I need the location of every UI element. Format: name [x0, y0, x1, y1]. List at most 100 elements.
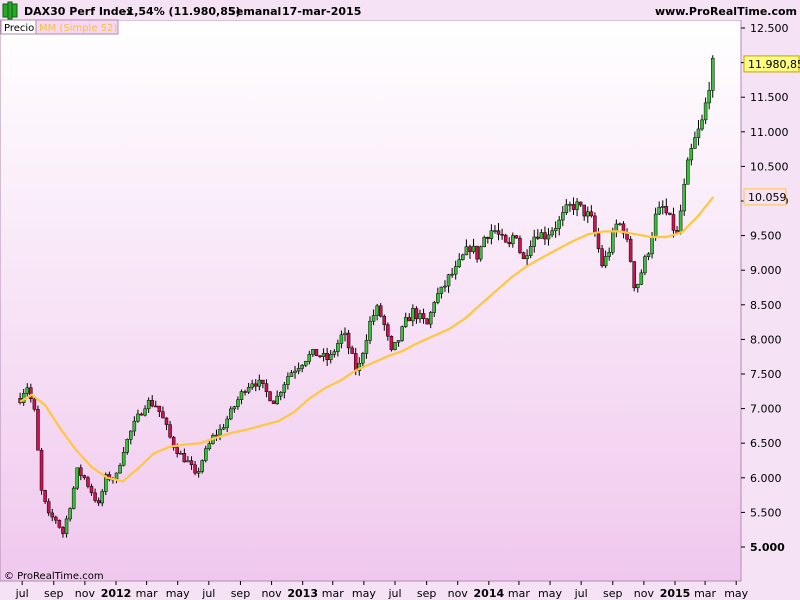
x-tick-label: jul	[201, 587, 215, 600]
candle-up	[286, 376, 290, 385]
x-tick-label: nov	[448, 587, 469, 600]
candle-down	[521, 252, 526, 259]
candle-down	[189, 460, 194, 466]
candle-up	[682, 184, 686, 212]
candle-up	[657, 206, 661, 215]
candle-up	[146, 400, 151, 410]
x-tick-label: mar	[322, 587, 344, 600]
candle-up	[207, 443, 212, 450]
period-label: Semanal	[228, 5, 281, 18]
candle-up	[278, 392, 283, 397]
candle-up	[532, 236, 536, 247]
candle-up	[443, 285, 447, 288]
candle-up	[296, 368, 301, 372]
candle-up	[528, 246, 533, 256]
y-tick-label: 9.500	[750, 230, 782, 243]
site-link[interactable]: www.ProRealTime.com	[655, 5, 797, 18]
candle-up	[143, 408, 147, 416]
candle-up	[439, 286, 444, 294]
candle-up	[568, 204, 572, 206]
candle-up	[539, 232, 544, 239]
candle-up	[432, 302, 437, 313]
candle-down	[89, 486, 94, 494]
candle-up	[186, 460, 190, 463]
candle-up	[603, 256, 608, 267]
candle-up	[482, 237, 486, 248]
candle-down	[414, 308, 419, 320]
candle-down	[193, 464, 197, 474]
candle-down	[593, 215, 597, 234]
dax-chart: DAX30 Perf Index -1,54% (11.980,85) Sema…	[0, 0, 800, 600]
x-tick-label: nov	[634, 587, 655, 600]
candle-up	[696, 128, 701, 138]
candle-down	[578, 201, 583, 206]
candle-down	[32, 398, 37, 410]
candle-down	[39, 449, 44, 491]
candle-up	[575, 201, 579, 210]
candle-up	[275, 395, 279, 404]
plot-area	[0, 19, 742, 582]
y-tick-label: 5.500	[750, 506, 782, 519]
candle-up	[693, 137, 697, 149]
candle-up	[250, 383, 254, 388]
x-tick-label: nov	[261, 587, 282, 600]
candle-down	[407, 317, 412, 322]
candle-up	[525, 255, 529, 259]
candle-up	[457, 259, 462, 267]
candle-down	[475, 245, 479, 260]
candle-up	[643, 256, 647, 274]
candle-up	[364, 340, 369, 354]
candle-up	[371, 315, 376, 322]
candle-up	[179, 453, 183, 455]
candle-up	[678, 210, 683, 234]
y-tick-label: 8.000	[750, 333, 782, 346]
candle-up	[478, 246, 483, 260]
candle-up	[550, 230, 554, 236]
candle-up	[321, 353, 326, 357]
x-tick-label: 2014	[474, 587, 505, 600]
x-tick-label: 2015	[660, 587, 691, 600]
candle-up	[446, 274, 451, 287]
candle-down	[261, 379, 265, 384]
candle-up	[118, 465, 122, 474]
candle-up	[204, 448, 208, 461]
candle-up	[239, 391, 244, 401]
candle-up	[232, 406, 237, 410]
ma-value-text: 10.059	[748, 191, 787, 204]
candle-up	[196, 471, 201, 474]
candle-down	[50, 512, 54, 518]
candle-down	[486, 237, 490, 239]
legend-ma: MM (Simple 52)	[39, 23, 117, 34]
y-tick-label: 12.500	[750, 22, 789, 35]
y-tick-label: 8.500	[750, 299, 782, 312]
candle-down	[543, 232, 547, 240]
candle-down	[518, 237, 522, 253]
candle-up	[311, 349, 315, 355]
candle-down	[164, 417, 169, 425]
candle-up	[375, 305, 379, 316]
candle-up	[464, 246, 469, 256]
x-tick-label: jul	[574, 587, 588, 600]
candle-down	[57, 519, 62, 528]
candle-up	[607, 252, 611, 257]
candle-up	[411, 308, 415, 322]
candle-down	[161, 411, 165, 419]
candle-up	[653, 213, 658, 238]
candle-up	[293, 370, 297, 373]
candle-up	[246, 387, 251, 393]
candle-down	[353, 353, 358, 371]
candle-down	[632, 261, 636, 289]
candle-up	[493, 230, 497, 232]
y-tick-label: 5.000	[750, 541, 785, 554]
y-tick-label: 9.000	[750, 264, 782, 277]
candle-down	[664, 206, 669, 214]
x-tick-label: nov	[75, 587, 96, 600]
candle-up	[225, 418, 229, 428]
candle-up	[64, 518, 69, 534]
candle-up	[561, 212, 565, 221]
x-axis: jul sep nov 2012 mar may jul sep nov 2013 mar may ju…	[15, 581, 749, 600]
candle-up	[553, 228, 558, 232]
candle-up	[428, 312, 433, 325]
candle-up	[471, 245, 476, 252]
x-tick-label: may	[352, 587, 376, 600]
